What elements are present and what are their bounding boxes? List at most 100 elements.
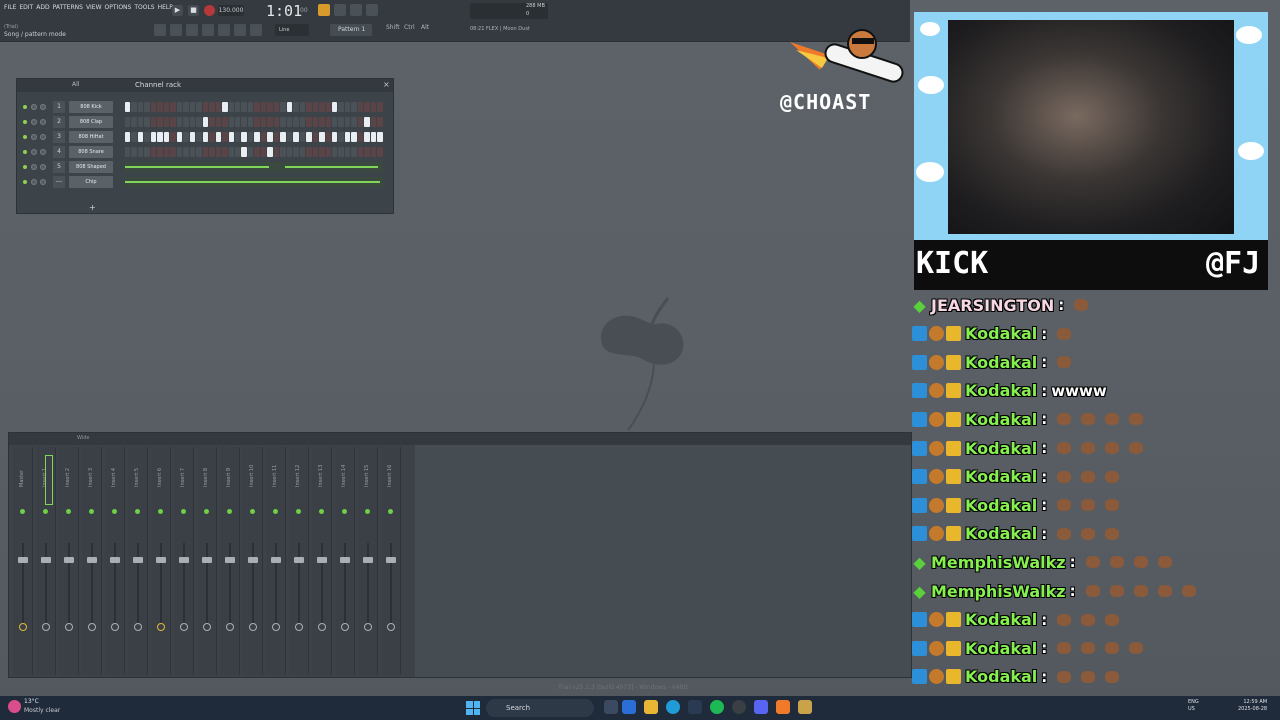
step-button[interactable] [364,147,370,157]
step-button[interactable] [222,117,228,127]
volume-fader[interactable] [363,557,373,563]
step-button[interactable] [293,132,299,142]
channel-name-button[interactable]: Chip [69,176,113,188]
step-button[interactable] [254,132,260,142]
chat-username[interactable]: Kodakal [965,439,1037,458]
channel-volume-knob[interactable] [40,149,46,155]
step-button[interactable] [176,132,183,142]
stereo-knob[interactable] [318,623,326,631]
mixer-track-led[interactable] [89,509,94,514]
step-button[interactable] [176,117,183,127]
step-button[interactable] [312,102,319,112]
metronome-icon[interactable] [334,4,346,16]
step-button[interactable] [299,132,306,142]
input-language[interactable]: ENG US [1188,699,1199,713]
step-button[interactable] [157,132,163,142]
channel-volume-knob[interactable] [40,179,46,185]
step-button[interactable] [325,132,331,142]
step-button[interactable] [222,102,228,112]
step-button[interactable] [351,132,357,142]
step-button[interactable] [157,102,163,112]
step-button[interactable] [189,117,196,127]
volume-fader[interactable] [179,557,189,563]
step-button[interactable] [319,102,325,112]
channel-filter[interactable]: All [72,81,79,88]
step-button[interactable] [293,117,299,127]
menu-item-add[interactable]: ADD [36,4,49,11]
step-button[interactable] [202,132,209,142]
mixer-track[interactable]: Insert 8 [197,447,217,675]
step-button[interactable] [286,147,293,157]
step-button[interactable] [254,147,260,157]
channel-name-button[interactable]: 808 Shaped [69,161,113,173]
menu-item-file[interactable]: FILE [4,4,16,11]
chat-username[interactable]: Kodakal [965,524,1037,543]
channel-pan-knob[interactable] [31,149,37,155]
step-button[interactable] [137,102,144,112]
step-button[interactable] [196,102,202,112]
step-button[interactable] [150,132,157,142]
step-button[interactable] [202,117,209,127]
step-button[interactable] [202,102,209,112]
menu-item-edit[interactable]: EDIT [19,4,33,11]
step-button[interactable] [364,102,370,112]
alt-key-button[interactable]: Alt [421,24,429,31]
step-button[interactable] [377,147,383,157]
step-button[interactable] [377,102,383,112]
step-button[interactable] [241,117,247,127]
step-button[interactable] [306,132,312,142]
channel-row[interactable]: 4 808 Snare [23,146,385,158]
step-button[interactable] [183,102,189,112]
volume-fader[interactable] [87,557,97,563]
chat-username[interactable]: Kodakal [965,639,1037,658]
channel-mixer-track[interactable]: 4 [53,146,65,158]
menu-item-view[interactable]: VIEW [86,4,102,11]
mixer-track-led[interactable] [388,509,393,514]
step-button[interactable] [332,132,338,142]
weather-icon[interactable] [8,700,21,713]
chat-username[interactable]: JEARSINGTON [931,296,1054,315]
step-button[interactable] [338,147,344,157]
mixer-track-led[interactable] [250,509,255,514]
mixer-track[interactable]: Insert 13 [312,447,332,675]
chat-username[interactable]: Kodakal [965,381,1037,400]
step-button[interactable] [183,117,189,127]
step-button[interactable] [332,102,338,112]
app-icon[interactable] [798,700,812,714]
step-button[interactable] [286,102,293,112]
loop-record-icon[interactable] [350,4,362,16]
step-button[interactable] [325,117,331,127]
stereo-knob[interactable] [226,623,234,631]
play-button[interactable]: ▶ [172,5,183,16]
copilot-icon[interactable] [622,700,636,714]
step-button[interactable] [234,102,241,112]
channel-mixer-track[interactable]: --- [53,176,65,188]
channel-volume-knob[interactable] [40,164,46,170]
step-button[interactable] [273,117,280,127]
step-button[interactable] [280,147,286,157]
mixer-track-led[interactable] [66,509,71,514]
step-button[interactable] [306,147,312,157]
step-button[interactable] [377,117,383,127]
step-button[interactable] [150,102,157,112]
volume-fader[interactable] [156,557,166,563]
mixer-track[interactable]: Insert 7 [174,447,194,675]
step-button[interactable] [357,147,364,157]
channel-mixer-track[interactable]: 3 [53,131,65,143]
step-button[interactable] [209,132,215,142]
step-button[interactable] [267,102,273,112]
github-icon[interactable] [732,700,746,714]
mixer-track-led[interactable] [296,509,301,514]
channel-volume-knob[interactable] [40,119,46,125]
step-button[interactable] [144,117,150,127]
step-button[interactable] [228,102,234,112]
step-button[interactable] [150,147,157,157]
step-button[interactable] [189,102,196,112]
step-button[interactable] [357,102,364,112]
volume-fader[interactable] [386,557,396,563]
close-icon[interactable]: × [383,80,390,89]
step-button[interactable] [170,102,176,112]
step-button[interactable] [267,132,273,142]
step-button[interactable] [344,102,351,112]
step-button[interactable] [131,117,137,127]
